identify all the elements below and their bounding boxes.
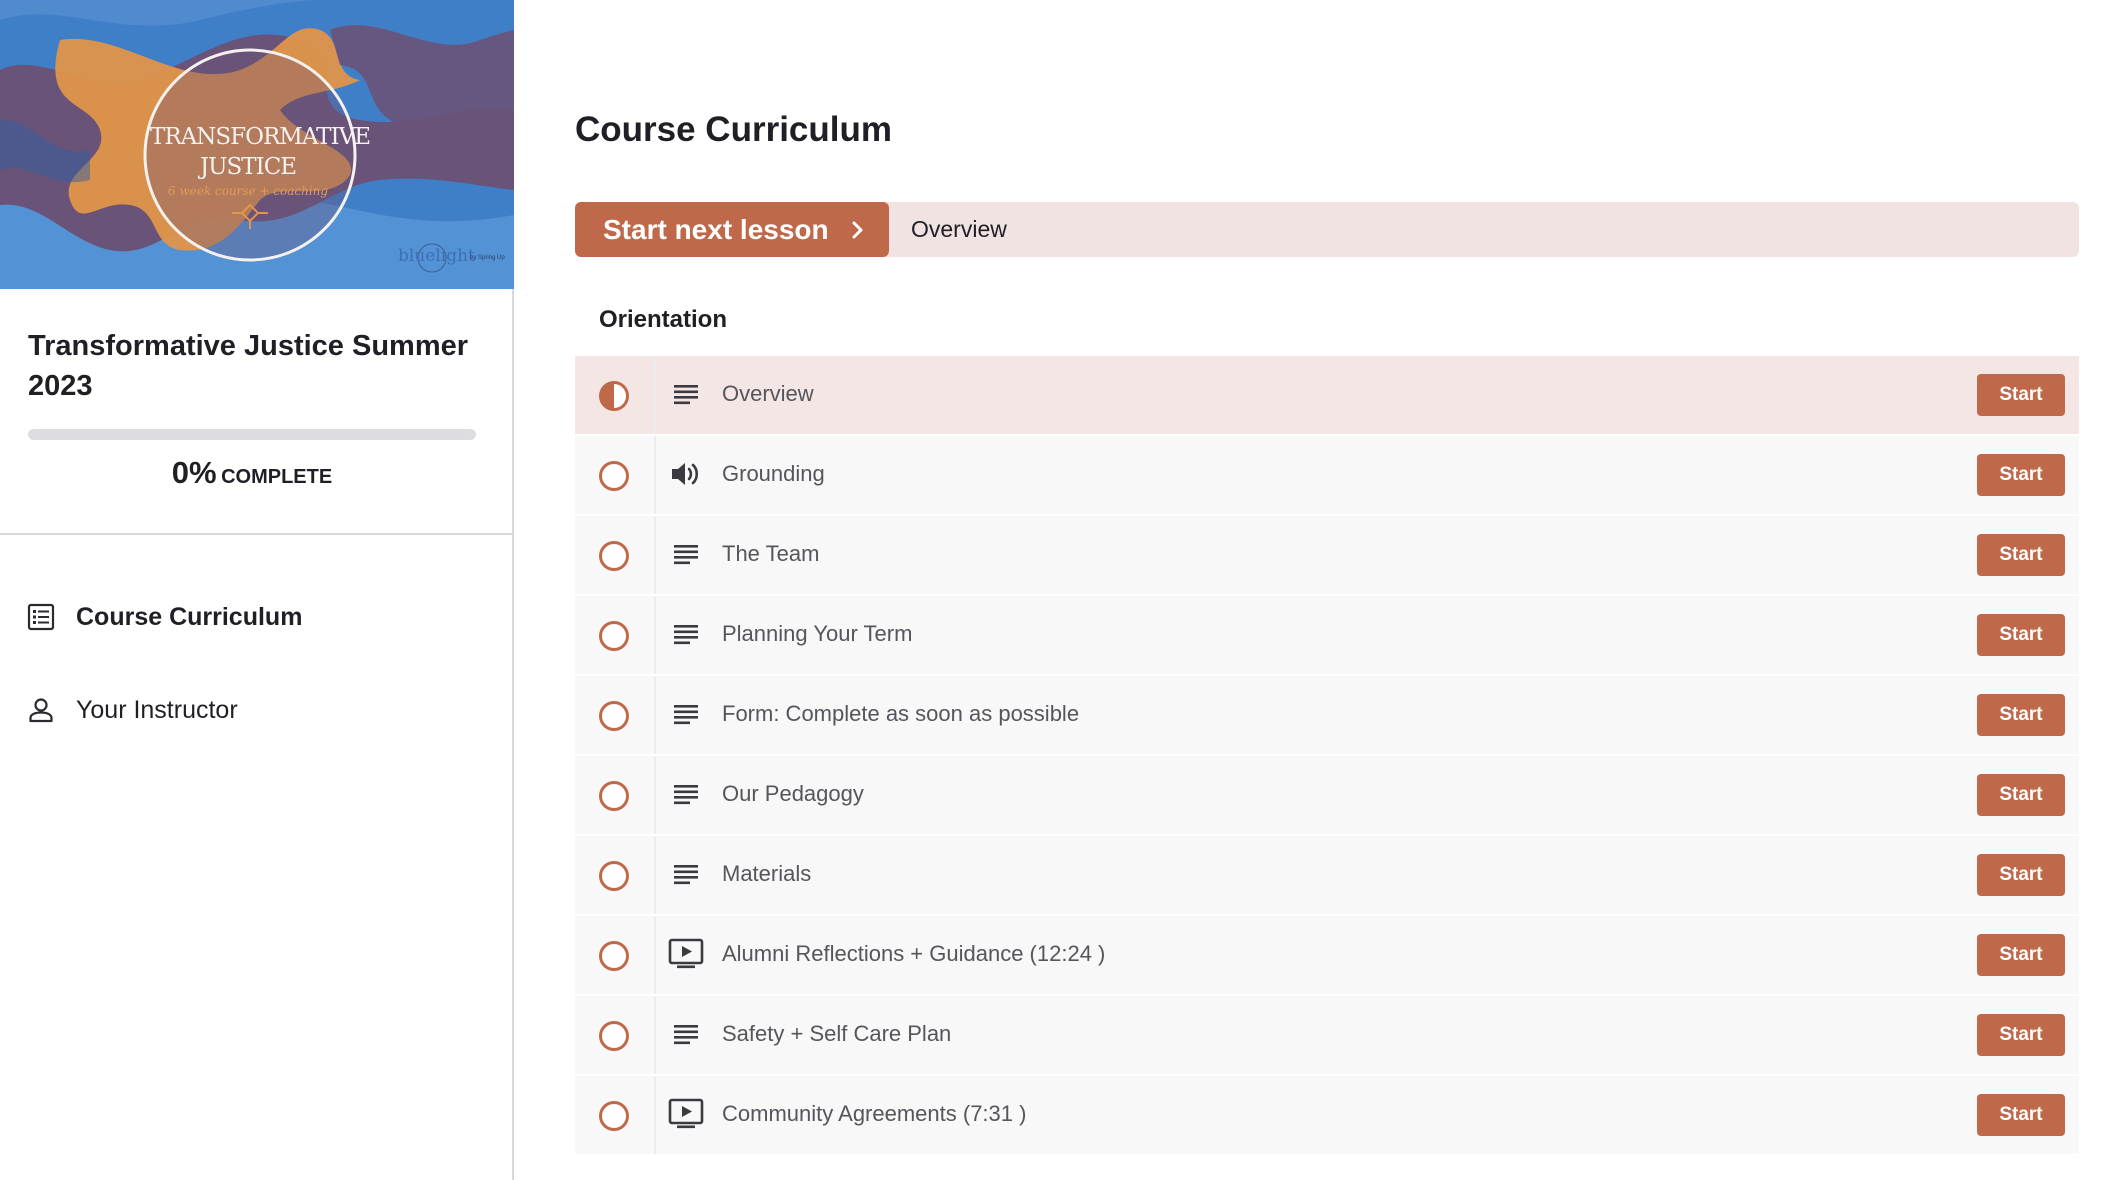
sidebar: TRANSFORMATIVE JUSTICE 6 week course + c… (0, 0, 514, 1180)
row-separator (654, 596, 656, 674)
lesson-title: The Team (722, 541, 820, 566)
lesson-title: Form: Complete as soon as possible (722, 701, 1080, 726)
lesson-row[interactable]: Our Pedagogy Start (575, 756, 2079, 834)
lesson-row[interactable]: Planning Your Term Start (575, 596, 2079, 674)
lesson-title: Materials (722, 861, 812, 886)
lesson-start-button[interactable]: Start (1977, 1094, 2065, 1136)
main-content: Course Curriculum Start next lesson Over… (514, 0, 2116, 1180)
row-separator (654, 916, 656, 994)
lesson-start-button[interactable]: Start (1977, 934, 2065, 976)
lesson-start-button[interactable]: Start (1977, 614, 2065, 656)
progress-percent: 0% (171, 455, 217, 490)
row-separator (654, 516, 656, 594)
video-icon (668, 936, 704, 972)
lesson-row[interactable]: Safety + Self Care Plan Start (575, 996, 2079, 1074)
sidebar-item-your-instructor[interactable]: Your Instructor (26, 688, 238, 732)
row-separator (654, 756, 656, 834)
sidebar-item-label: Course Curriculum (76, 602, 303, 631)
text-lines-icon (668, 856, 704, 892)
speaker-icon (668, 456, 704, 492)
text-lines-icon (668, 696, 704, 732)
empty-circle-status-icon (598, 1100, 630, 1132)
row-separator (654, 436, 656, 514)
lesson-title: Overview (722, 381, 814, 406)
hero-brand-logo: bluelight (398, 246, 475, 266)
empty-circle-status-icon (598, 700, 630, 732)
row-separator (654, 996, 656, 1074)
lesson-row[interactable]: Materials Start (575, 836, 2079, 914)
row-separator (654, 1076, 656, 1154)
hero-brand-subtitle: by Spring Up (470, 255, 505, 261)
lesson-title: Community Agreements (7:31 ) (722, 1101, 1027, 1126)
page-title: Course Curriculum (575, 110, 892, 149)
sidebar-item-label: Your Instructor (76, 695, 238, 724)
text-lines-icon (668, 536, 704, 572)
start-next-lesson-button[interactable]: Start next lesson (575, 202, 889, 257)
lesson-start-button[interactable]: Start (1977, 1014, 2065, 1056)
lesson-list: Overview Start Grounding Start The Team Start… (575, 356, 2079, 1156)
curriculum-list-icon (26, 602, 56, 632)
lesson-start-button[interactable]: Start (1977, 774, 2065, 816)
course-hero-image: TRANSFORMATIVE JUSTICE 6 week course + c… (0, 0, 514, 289)
empty-circle-status-icon (598, 780, 630, 812)
lesson-row[interactable]: Grounding Start (575, 436, 2079, 514)
person-icon (26, 695, 56, 725)
half-circle-progress-icon (598, 380, 630, 412)
lesson-row[interactable]: Alumni Reflections + Guidance (12:24 ) St… (575, 916, 2079, 994)
row-separator (654, 356, 656, 434)
row-separator (654, 676, 656, 754)
lesson-title: Planning Your Term (722, 621, 913, 646)
lesson-start-button[interactable]: Start (1977, 694, 2065, 736)
hero-title-line2: JUSTICE (199, 154, 297, 180)
lesson-start-button[interactable]: Start (1977, 454, 2065, 496)
section-title: Orientation (599, 306, 728, 333)
progress-bar (28, 429, 476, 440)
empty-circle-status-icon (598, 460, 630, 492)
lesson-row[interactable]: The Team Start (575, 516, 2079, 594)
course-title: Transformative Justice Summer 2023 (28, 330, 469, 402)
empty-circle-status-icon (598, 1020, 630, 1052)
video-icon (668, 1096, 704, 1132)
empty-circle-status-icon (598, 540, 630, 572)
hero-text: TRANSFORMATIVE JUSTICE 6 week course + c… (150, 122, 371, 198)
next-lesson-name: Overview (911, 216, 1007, 242)
lesson-title: Grounding (722, 461, 825, 486)
lesson-start-button[interactable]: Start (1977, 854, 2065, 896)
hero-title-line1: TRANSFORMATIVE (150, 124, 371, 150)
sidebar-divider (0, 533, 512, 535)
text-lines-icon (668, 376, 704, 412)
text-lines-icon (668, 1016, 704, 1052)
progress-complete-label: COMPLETE (221, 466, 333, 488)
progress-text: 0% COMPLETE (28, 455, 476, 491)
empty-circle-status-icon (598, 860, 630, 892)
chevron-right-icon (851, 220, 865, 240)
sidebar-item-course-curriculum[interactable]: Course Curriculum (26, 595, 302, 639)
empty-circle-status-icon (598, 940, 630, 972)
row-separator (654, 836, 656, 914)
text-lines-icon (668, 616, 704, 652)
lesson-title: Safety + Self Care Plan (722, 1021, 952, 1046)
next-lesson-bar: Start next lesson Overview (575, 202, 2079, 257)
hero-subtitle: 6 week course + coaching (167, 184, 329, 198)
start-next-lesson-label: Start next lesson (603, 213, 829, 245)
lesson-start-button[interactable]: Start (1977, 534, 2065, 576)
lesson-row[interactable]: Community Agreements (7:31 ) Start (575, 1076, 2079, 1154)
lesson-title: Our Pedagogy (722, 781, 864, 806)
app-root: TRANSFORMATIVE JUSTICE 6 week course + c… (0, 0, 2116, 1180)
empty-circle-status-icon (598, 620, 630, 652)
lesson-title: Alumni Reflections + Guidance (12:24 ) (722, 941, 1106, 966)
lesson-row[interactable]: Overview Start (575, 356, 2079, 434)
text-lines-icon (668, 776, 704, 812)
lesson-start-button[interactable]: Start (1977, 374, 2065, 416)
lesson-row[interactable]: Form: Complete as soon as possible Start (575, 676, 2079, 754)
